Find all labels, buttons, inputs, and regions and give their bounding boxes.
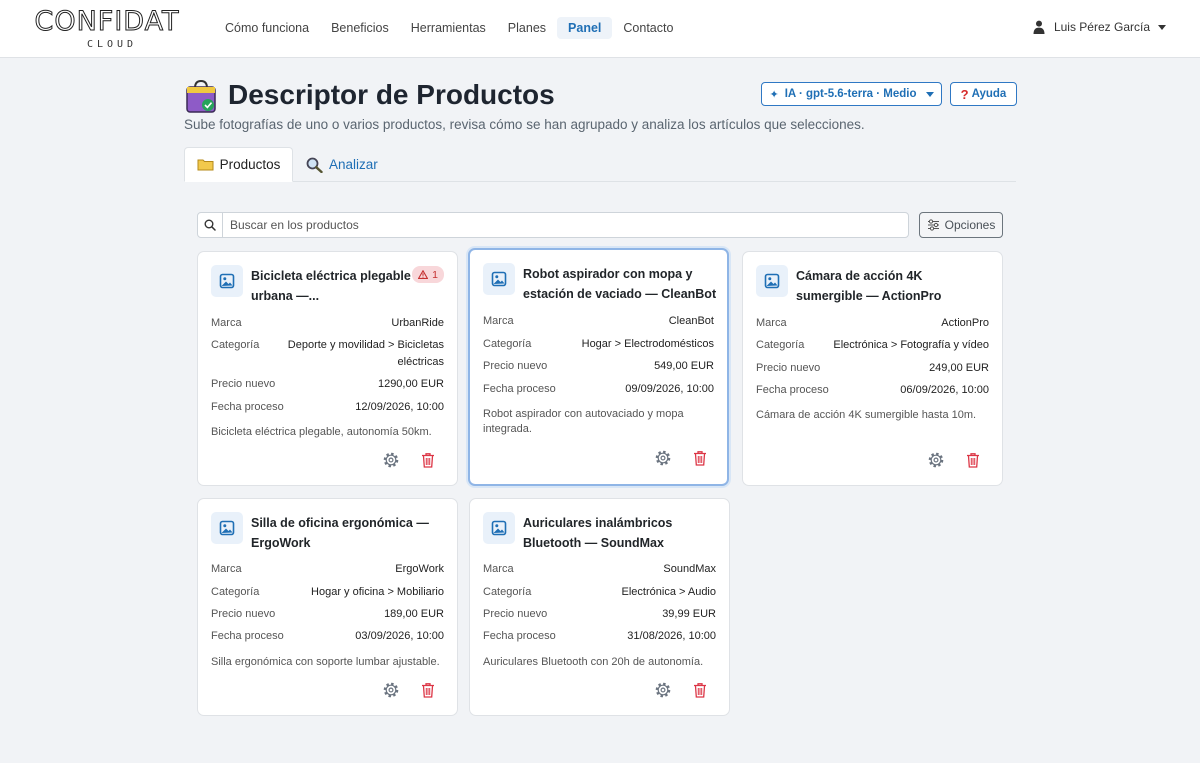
- search-icon: [198, 213, 223, 237]
- product-card[interactable]: Silla de oficina ergonómica — ErgoWork M…: [197, 498, 458, 716]
- chevron-down-icon: [1158, 24, 1166, 30]
- image-icon: [211, 512, 243, 544]
- product-description: Bicicleta eléctrica plegable, autonomía …: [211, 426, 432, 438]
- page-title: Descriptor de Productos: [228, 79, 555, 110]
- search-input[interactable]: [223, 213, 908, 237]
- ai-model-label: IA · gpt-5.6-terra · Medio: [784, 88, 917, 100]
- product-title: Cámara de acción 4K sumergible — ActionP…: [796, 269, 942, 303]
- image-icon: [756, 265, 788, 297]
- tab-analizar-label: Analizar: [329, 157, 378, 172]
- options-label: Opciones: [944, 218, 996, 232]
- question-mark-icon: ?: [960, 86, 969, 102]
- brand-row: Marca UrbanRide: [211, 317, 444, 329]
- folder-icon: [197, 159, 214, 171]
- settings-gear-icon[interactable]: [382, 451, 400, 469]
- product-description: Cámara de acción 4K sumergible hasta 10m…: [756, 409, 977, 421]
- brand-row: Marca SoundMax: [483, 563, 716, 575]
- product-title: Bicicleta eléctrica plegable urbana —...: [251, 269, 411, 303]
- product-title: Auriculares inalámbricos Bluetooth — Sou…: [523, 516, 673, 550]
- settings-gear-icon[interactable]: [654, 681, 672, 699]
- warning-badge[interactable]: 1: [412, 266, 444, 283]
- nav-planes[interactable]: Planes: [497, 17, 557, 39]
- brand-name: CONFIDAT: [34, 6, 180, 37]
- settings-gear-icon[interactable]: [654, 449, 672, 467]
- nav-como-funciona[interactable]: Cómo funciona: [214, 17, 320, 39]
- search-bar: [197, 212, 909, 238]
- magnifier-icon: [306, 157, 323, 173]
- date-row: Fecha proceso 31/08/2026, 10:00: [483, 630, 716, 642]
- date-row: Fecha proceso 03/09/2026, 10:00: [211, 630, 444, 642]
- price-row: Precio nuevo 249,00 EUR: [756, 362, 989, 374]
- settings-gear-icon[interactable]: [382, 681, 400, 699]
- date-row: Fecha proceso 09/09/2026, 10:00: [483, 383, 714, 395]
- trash-icon[interactable]: [691, 681, 709, 699]
- image-icon: [211, 265, 243, 297]
- options-button[interactable]: Opciones: [919, 212, 1003, 238]
- brand-row: Marca CleanBot: [483, 315, 714, 327]
- product-description: Robot aspirador con autovaciado y mopa i…: [483, 408, 684, 435]
- product-card[interactable]: Cámara de acción 4K sumergible — ActionP…: [742, 251, 1003, 486]
- product-description: Auriculares Bluetooth con 20h de autonom…: [483, 656, 704, 668]
- price-row: Precio nuevo 1290,00 EUR: [211, 378, 444, 390]
- product-title: Robot aspirador con mopa y estación de v…: [523, 267, 717, 301]
- navbar: CONFIDAT CLOUD Cómo funciona Beneficios …: [0, 0, 1200, 58]
- sliders-icon: [927, 219, 939, 231]
- trash-icon[interactable]: [419, 451, 437, 469]
- tab-productos[interactable]: Productos: [184, 147, 293, 182]
- product-title: Silla de oficina ergonómica — ErgoWork: [251, 516, 429, 550]
- trash-icon[interactable]: [419, 681, 437, 699]
- brand-logo[interactable]: CONFIDAT CLOUD: [26, 6, 188, 50]
- warning-count: 1: [432, 268, 438, 281]
- product-description: Silla ergonómica con soporte lumbar ajus…: [211, 656, 440, 668]
- price-row: Precio nuevo 39,99 EUR: [483, 608, 716, 620]
- category-row: Categoría Hogar > Electrodomésticos: [483, 338, 714, 350]
- product-card[interactable]: Bicicleta eléctrica plegable urbana —...…: [197, 251, 458, 486]
- product-card[interactable]: Auriculares inalámbricos Bluetooth — Sou…: [469, 498, 730, 716]
- help-label: Ayuda: [971, 88, 1007, 100]
- trash-icon[interactable]: [964, 451, 982, 469]
- category-row: Categoría Electrónica > Audio: [483, 586, 716, 598]
- product-card-selected[interactable]: Robot aspirador con mopa y estación de v…: [468, 248, 729, 486]
- sparkles-icon: ✦: [769, 88, 779, 101]
- category-row: Categoría Electrónica > Fotografía y víde…: [756, 339, 989, 351]
- category-row: Categoría Hogar y oficina > Mobiliario: [211, 586, 444, 598]
- image-icon: [483, 512, 515, 544]
- trash-icon[interactable]: [691, 449, 709, 467]
- nav-contacto[interactable]: Contacto: [612, 17, 684, 39]
- price-row: Precio nuevo 549,00 EUR: [483, 360, 714, 372]
- user-icon: [1033, 20, 1045, 34]
- help-button[interactable]: ? Ayuda: [950, 82, 1017, 106]
- price-row: Precio nuevo 189,00 EUR: [211, 608, 444, 620]
- brand-sub: CLOUD: [86, 39, 138, 50]
- image-icon: [483, 263, 515, 295]
- date-row: Fecha proceso 12/09/2026, 10:00: [211, 401, 444, 413]
- user-menu[interactable]: Luis Pérez García: [1033, 20, 1166, 34]
- user-name: Luis Pérez García: [1053, 20, 1150, 34]
- settings-gear-icon[interactable]: [927, 451, 945, 469]
- tab-analizar[interactable]: Analizar: [306, 147, 378, 182]
- tab-productos-label: Productos: [219, 157, 281, 172]
- category-row: Categoría Deporte y movilidad > Bicicleta…: [211, 339, 444, 368]
- chevron-down-icon: [925, 91, 934, 97]
- date-row: Fecha proceso 06/09/2026, 10:00: [756, 384, 989, 396]
- brand-row: Marca ErgoWork: [211, 563, 444, 575]
- nav-herramientas[interactable]: Herramientas: [400, 17, 497, 39]
- main-nav: Cómo funciona Beneficios Herramientas Pl…: [214, 17, 684, 39]
- nav-panel[interactable]: Panel: [557, 17, 613, 39]
- brand-row: Marca ActionPro: [756, 317, 989, 329]
- page-subtitle: Sube fotografías de uno o varios product…: [184, 117, 865, 132]
- nav-beneficios[interactable]: Beneficios: [320, 17, 400, 39]
- warning-icon: [418, 270, 429, 279]
- shopping-bag-icon: [186, 79, 216, 113]
- ai-model-dropdown[interactable]: ✦ IA · gpt-5.6-terra · Medio: [761, 82, 942, 106]
